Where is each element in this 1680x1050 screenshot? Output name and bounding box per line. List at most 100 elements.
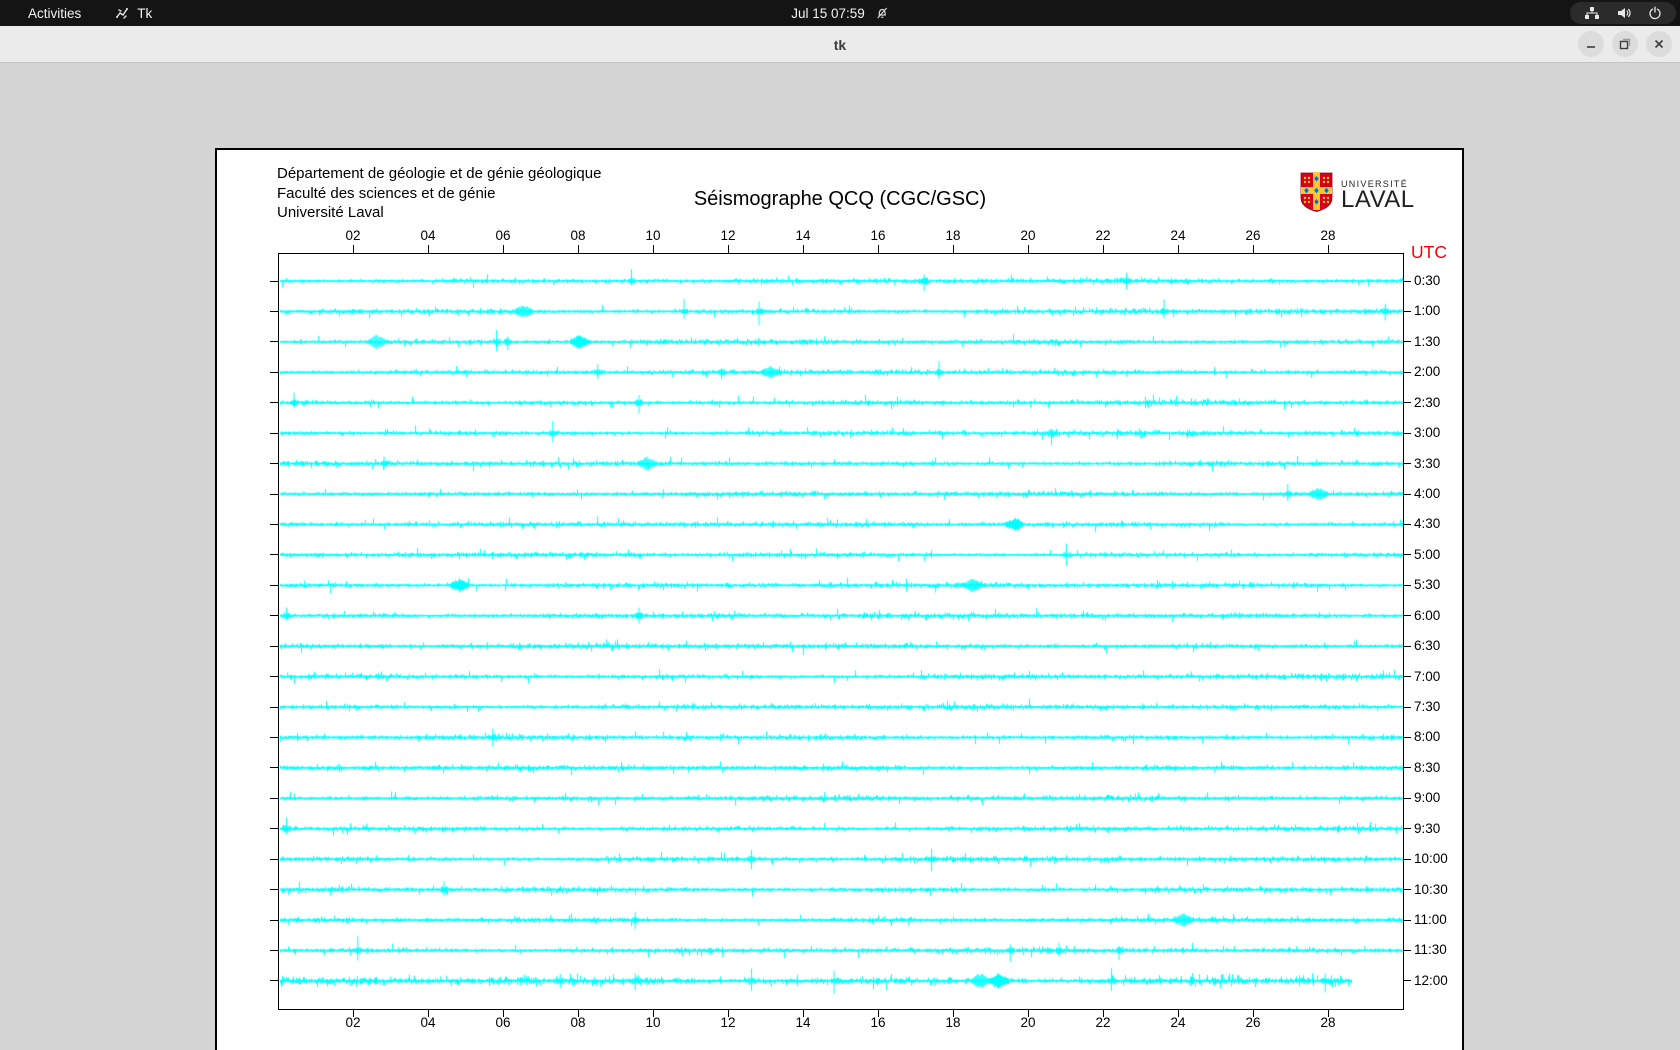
x-tick-label-bottom: 16 (870, 1015, 886, 1030)
network-wired-icon (1584, 6, 1600, 20)
trace-tick-left (270, 402, 278, 404)
trace-tick-right (1403, 432, 1411, 434)
x-tick-label-bottom: 06 (495, 1015, 511, 1030)
trace-tick-left (270, 493, 278, 495)
trace-tick-left (270, 310, 278, 312)
utc-time-label: 4:30 (1414, 516, 1441, 532)
x-tick-top (727, 245, 729, 253)
trace-tick-right (1403, 493, 1411, 495)
tk-icon (115, 6, 130, 21)
x-tick-label-bottom: 02 (345, 1015, 361, 1030)
utc-time-label: 9:00 (1414, 790, 1441, 806)
utc-time-label: 8:30 (1414, 759, 1441, 775)
close-button[interactable] (1646, 31, 1672, 57)
utc-time-label: 5:00 (1414, 546, 1441, 562)
x-tick-label-bottom: 04 (420, 1015, 436, 1030)
utc-time-label: 7:00 (1414, 668, 1441, 684)
system-status-area[interactable] (1570, 2, 1676, 24)
utc-axis-label: UTC (1411, 242, 1447, 262)
x-tick-top (1102, 245, 1104, 253)
trace-tick-left (270, 523, 278, 525)
x-tick-top (577, 245, 579, 253)
x-tick-top (877, 245, 879, 253)
maximize-button[interactable] (1612, 31, 1638, 57)
trace-tick-left (270, 432, 278, 434)
x-tick-label-bottom: 24 (1170, 1015, 1186, 1030)
x-tick-label-bottom: 10 (645, 1015, 661, 1030)
trace-tick-left (270, 676, 278, 678)
x-tick-label-bottom: 22 (1095, 1015, 1111, 1030)
window-title: tk (833, 36, 847, 53)
trace-tick-left (270, 889, 278, 891)
trace-tick-right (1403, 523, 1411, 525)
x-tick-top (802, 245, 804, 253)
trace-tick-right (1403, 767, 1411, 769)
x-tick-top (652, 245, 654, 253)
x-tick-label-top: 04 (420, 228, 436, 243)
utc-time-label: 0:30 (1414, 273, 1441, 288)
x-tick-top (427, 245, 429, 253)
x-tick-label-top: 20 (1020, 228, 1036, 243)
trace-tick-right (1403, 919, 1411, 921)
x-tick-label-bottom: 26 (1245, 1015, 1261, 1030)
utc-time-label: 11:00 (1414, 912, 1447, 928)
trace-tick-left (270, 980, 278, 982)
x-tick-label-top: 26 (1245, 228, 1261, 243)
trace-tick-left (270, 706, 278, 708)
clock-button[interactable]: Jul 15 07:59 (791, 6, 889, 21)
trace-tick-right (1403, 706, 1411, 708)
trace-tick-right (1403, 676, 1411, 678)
x-tick-label-bottom: 28 (1320, 1015, 1336, 1030)
trace-tick-right (1403, 889, 1411, 891)
x-tick-label-top: 18 (945, 228, 961, 243)
trace-tick-right (1403, 584, 1411, 586)
utc-time-label: 1:30 (1414, 333, 1441, 349)
trace-tick-right (1403, 980, 1411, 982)
x-tick-label-top: 16 (870, 228, 886, 243)
utc-time-label: 2:00 (1414, 364, 1441, 380)
x-tick-label-bottom: 08 (570, 1015, 586, 1030)
trace-tick-left (270, 615, 278, 617)
x-tick-top (1177, 245, 1179, 253)
utc-time-label: 4:00 (1414, 486, 1441, 501)
trace-tick-left (270, 949, 278, 951)
utc-time-label: 8:00 (1414, 729, 1441, 745)
utc-time-label: 3:30 (1414, 455, 1441, 471)
trace-tick-right (1403, 463, 1411, 465)
seismogram-traces (279, 254, 1403, 1009)
window-titlebar[interactable]: tk (0, 26, 1680, 63)
minimize-button[interactable] (1578, 31, 1604, 57)
trace-tick-left (270, 341, 278, 343)
utc-time-label: 2:30 (1414, 394, 1441, 410)
x-tick-label-top: 08 (570, 228, 586, 243)
trace-tick-left (270, 736, 278, 738)
x-tick-top (352, 245, 354, 253)
volume-icon (1616, 6, 1632, 20)
gnome-top-bar: Activities Tk Jul 15 07:59 (0, 0, 1680, 26)
utc-time-label: 5:30 (1414, 577, 1441, 593)
trace-tick-right (1403, 341, 1411, 343)
trace-tick-right (1403, 645, 1411, 647)
x-tick-label-top: 22 (1095, 228, 1111, 243)
utc-time-label: 12:00 (1414, 972, 1448, 988)
trace-tick-right (1403, 736, 1411, 738)
focused-app-menu[interactable]: Tk (115, 6, 152, 21)
x-tick-top (502, 245, 504, 253)
x-tick-top (952, 245, 954, 253)
trace-tick-left (270, 919, 278, 921)
trace-tick-left (270, 280, 278, 282)
x-tick-label-bottom: 18 (945, 1015, 961, 1030)
x-tick-label-top: 14 (795, 228, 811, 243)
bell-muted-icon (875, 6, 889, 20)
seismograph-canvas: Département de géologie et de génie géol… (215, 148, 1464, 1050)
screen: Activities Tk Jul 15 07:59 tk Départemen… (0, 0, 1680, 1050)
trace-tick-left (270, 584, 278, 586)
trace-tick-right (1403, 402, 1411, 404)
trace-tick-left (270, 645, 278, 647)
plot-title: Séismographe QCQ (CGC/GSC) (693, 188, 987, 210)
trace-tick-left (270, 371, 278, 373)
trace-tick-right (1403, 280, 1411, 282)
logo-text-laval: LAVAL (1341, 185, 1415, 213)
utc-time-label: 6:30 (1414, 638, 1441, 654)
activities-button[interactable]: Activities (22, 4, 87, 23)
